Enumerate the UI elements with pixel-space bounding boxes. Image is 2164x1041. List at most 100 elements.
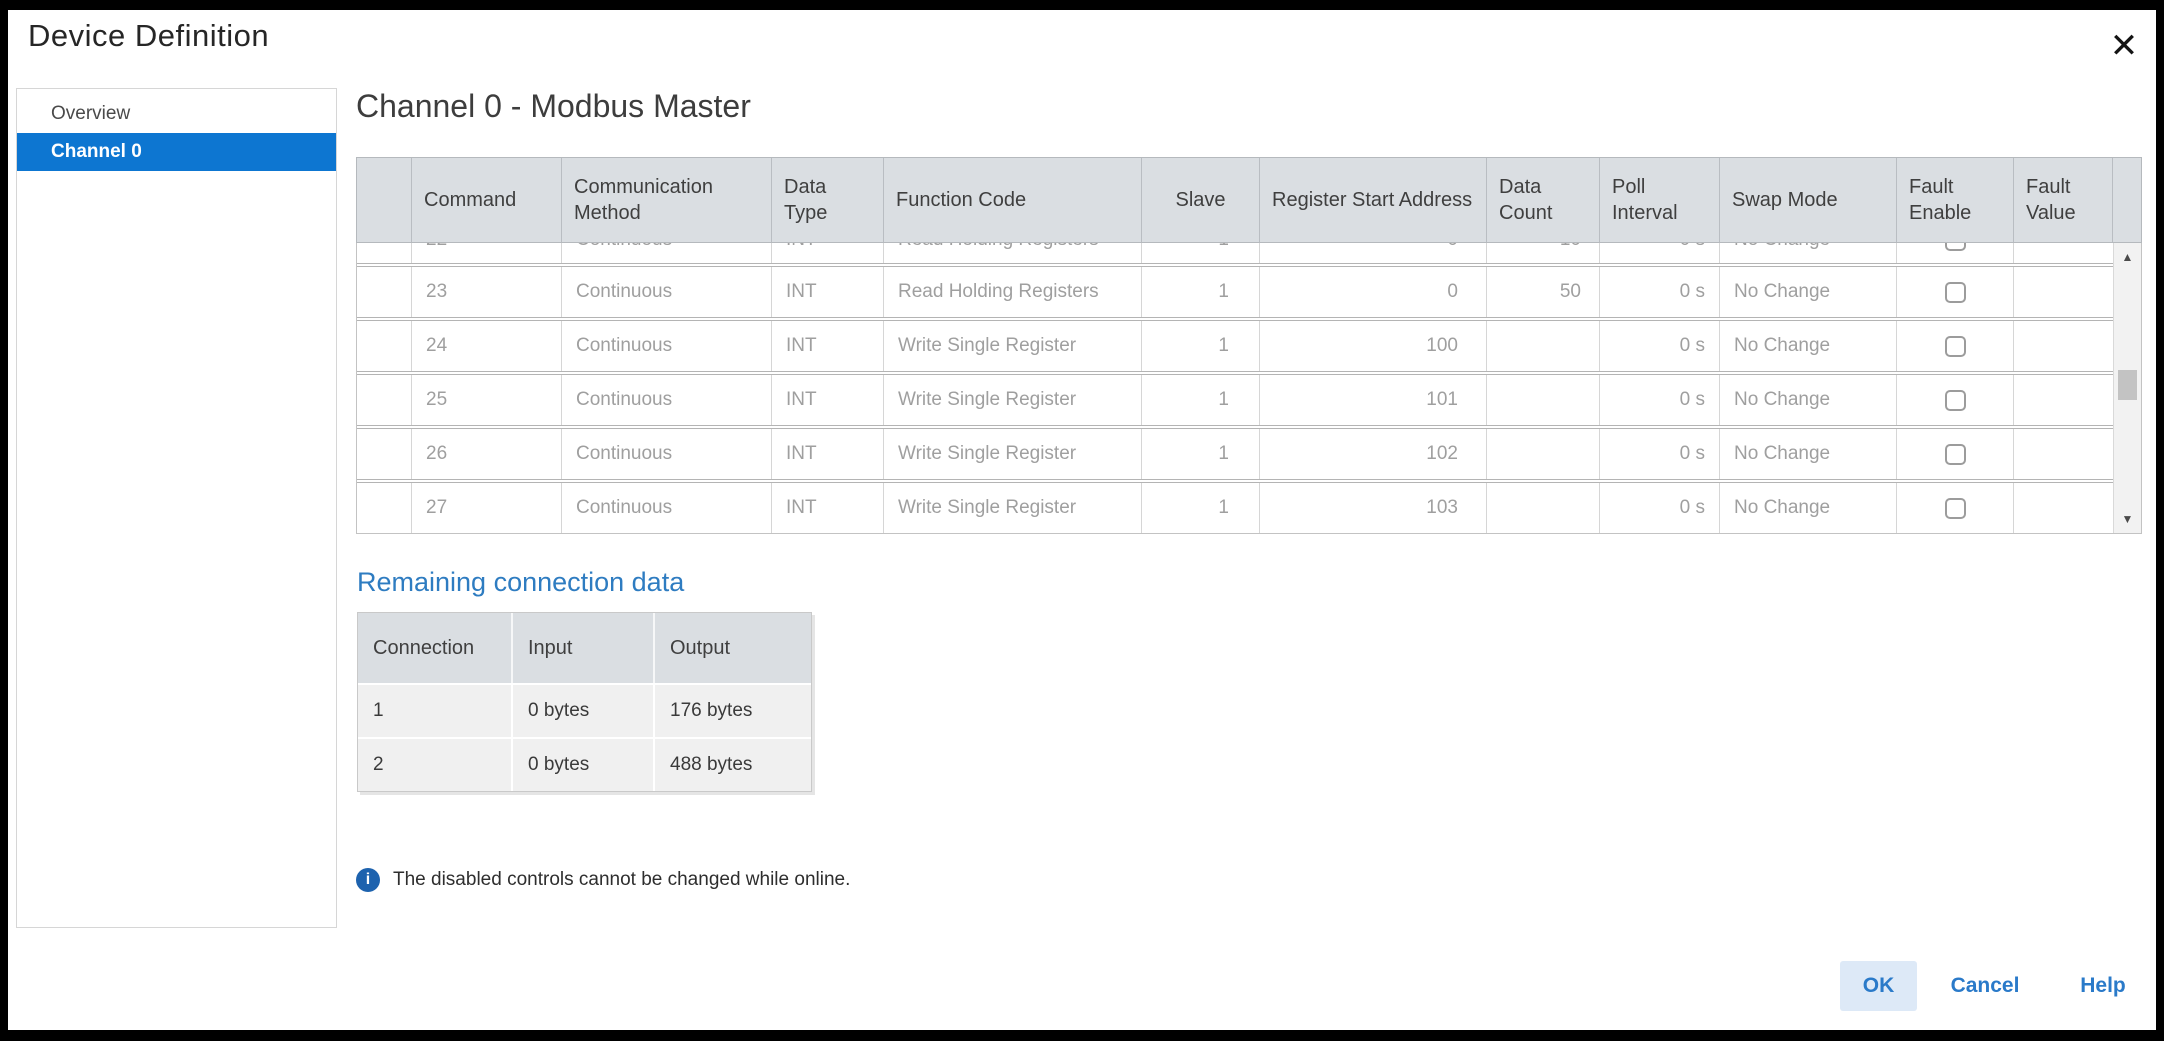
fault-value-cell (2014, 321, 2113, 371)
connection-table-rows: 1 0 bytes 176 bytes 2 0 bytes 488 bytes (358, 685, 811, 791)
sidebar: Overview Channel 0 (16, 88, 337, 928)
col-header-connection: Connection (358, 613, 513, 683)
command-table: Command Communication Method Data Type F… (356, 157, 2142, 534)
fault-enable-checkbox[interactable] (1945, 282, 1966, 303)
poll-interval-cell: 0 s (1600, 321, 1720, 371)
sidebar-item[interactable]: Channel 0 (17, 133, 336, 171)
table-row[interactable]: 25 Continuous INT Write Single Register … (357, 374, 2113, 426)
table-row[interactable]: 27 Continuous INT Write Single Register … (357, 482, 2113, 534)
command-cell: 27 (412, 483, 562, 533)
fault-value-cell (2014, 375, 2113, 425)
communication-method-cell: Continuous (562, 267, 772, 317)
page-title: Channel 0 - Modbus Master (356, 88, 751, 125)
col-header-fault-value: Fault Value (2014, 158, 2113, 242)
scroll-up-icon: ▲ (2122, 250, 2134, 264)
slave-cell: 1 (1142, 243, 1260, 263)
slave-cell: 1 (1142, 267, 1260, 317)
connection-row: 2 0 bytes 488 bytes (358, 739, 811, 791)
scroll-down-icon: ▼ (2122, 512, 2134, 526)
fault-enable-checkbox[interactable] (1945, 243, 1966, 251)
poll-interval-cell: 0 s (1600, 243, 1720, 263)
swap-mode-cell: No Change (1720, 267, 1897, 317)
col-header-fault-enable: Fault Enable (1897, 158, 2014, 242)
data-type-cell: INT (772, 243, 884, 263)
register-start-address-cell: 103 (1260, 483, 1487, 533)
fault-enable-cell (1897, 321, 2014, 371)
row-selector-cell (357, 243, 412, 263)
ok-button[interactable]: OK (1840, 961, 1917, 1011)
scrollbar-thumb[interactable] (2118, 370, 2137, 400)
communication-method-cell: Continuous (562, 243, 772, 263)
register-start-address-cell: 101 (1260, 375, 1487, 425)
communication-method-cell: Continuous (562, 321, 772, 371)
close-button[interactable]: ✕ (2100, 22, 2148, 70)
fault-value-cell (2014, 429, 2113, 479)
col-header-data-type: Data Type (772, 158, 884, 242)
sidebar-list: Overview Channel 0 (17, 95, 336, 171)
table-row[interactable]: 23 Continuous INT Read Holding Registers… (357, 266, 2113, 318)
vertical-scrollbar[interactable]: ▲ ▼ (2113, 243, 2141, 533)
register-start-address-cell: 0 (1260, 267, 1487, 317)
table-row[interactable]: 26 Continuous INT Write Single Register … (357, 428, 2113, 480)
data-count-cell: 10 (1487, 243, 1600, 263)
function-code-cell: Read Holding Registers (884, 267, 1142, 317)
help-button[interactable]: Help (2058, 961, 2148, 1011)
fault-enable-checkbox[interactable] (1945, 498, 1966, 519)
row-selector-cell (357, 267, 412, 317)
data-count-cell (1487, 429, 1600, 479)
poll-interval-cell: 0 s (1600, 267, 1720, 317)
row-selector-cell (357, 321, 412, 371)
fault-enable-cell (1897, 483, 2014, 533)
sidebar-item-label: Channel 0 (51, 141, 142, 163)
close-icon: ✕ (2110, 26, 2139, 66)
row-selector-cell (357, 429, 412, 479)
cancel-button[interactable]: Cancel (1940, 961, 2030, 1011)
remaining-connection-heading: Remaining connection data (357, 567, 684, 598)
info-icon: i (356, 868, 380, 892)
command-cell: 22 (412, 243, 562, 263)
table-row[interactable]: 22 Continuous INT Read Holding Registers… (357, 243, 2113, 264)
output-cell: 176 bytes (655, 685, 813, 737)
fault-enable-checkbox[interactable] (1945, 390, 1966, 411)
data-type-cell: INT (772, 321, 884, 371)
function-code-cell: Write Single Register (884, 483, 1142, 533)
col-header-output: Output (655, 613, 813, 683)
scroll-up-button[interactable]: ▲ (2114, 245, 2141, 269)
fault-enable-cell (1897, 267, 2014, 317)
connection-table-header: Connection Input Output (358, 613, 811, 683)
communication-method-cell: Continuous (562, 375, 772, 425)
data-count-cell (1487, 483, 1600, 533)
poll-interval-cell: 0 s (1600, 483, 1720, 533)
swap-mode-cell: No Change (1720, 429, 1897, 479)
sidebar-item[interactable]: Overview (17, 95, 336, 133)
swap-mode-cell: No Change (1720, 243, 1897, 263)
fault-enable-checkbox[interactable] (1945, 444, 1966, 465)
col-header-poll-interval: Poll Interval (1600, 158, 1720, 242)
note-text: The disabled controls cannot be changed … (393, 869, 850, 891)
register-start-address-cell: 102 (1260, 429, 1487, 479)
fault-enable-checkbox[interactable] (1945, 336, 1966, 357)
fault-value-cell (2014, 267, 2113, 317)
connection-row: 1 0 bytes 176 bytes (358, 685, 811, 737)
slave-cell: 1 (1142, 483, 1260, 533)
communication-method-cell: Continuous (562, 429, 772, 479)
table-row[interactable]: 24 Continuous INT Write Single Register … (357, 320, 2113, 372)
input-cell: 0 bytes (513, 685, 655, 737)
fault-enable-cell (1897, 429, 2014, 479)
col-header-slave: Slave (1142, 158, 1260, 242)
row-selector-cell (357, 483, 412, 533)
slave-cell: 1 (1142, 429, 1260, 479)
remaining-connection-table: Connection Input Output 1 0 bytes 176 by… (357, 612, 812, 792)
command-table-header: Command Communication Method Data Type F… (356, 157, 2142, 243)
command-cell: 24 (412, 321, 562, 371)
col-header-rowselector (357, 158, 412, 242)
command-cell: 26 (412, 429, 562, 479)
scroll-down-button[interactable]: ▼ (2114, 507, 2141, 531)
data-type-cell: INT (772, 483, 884, 533)
col-header-data-count: Data Count (1487, 158, 1600, 242)
function-code-cell: Write Single Register (884, 429, 1142, 479)
connection-cell: 2 (358, 739, 513, 791)
data-count-cell (1487, 321, 1600, 371)
col-header-command: Command (412, 158, 562, 242)
function-code-cell: Write Single Register (884, 321, 1142, 371)
